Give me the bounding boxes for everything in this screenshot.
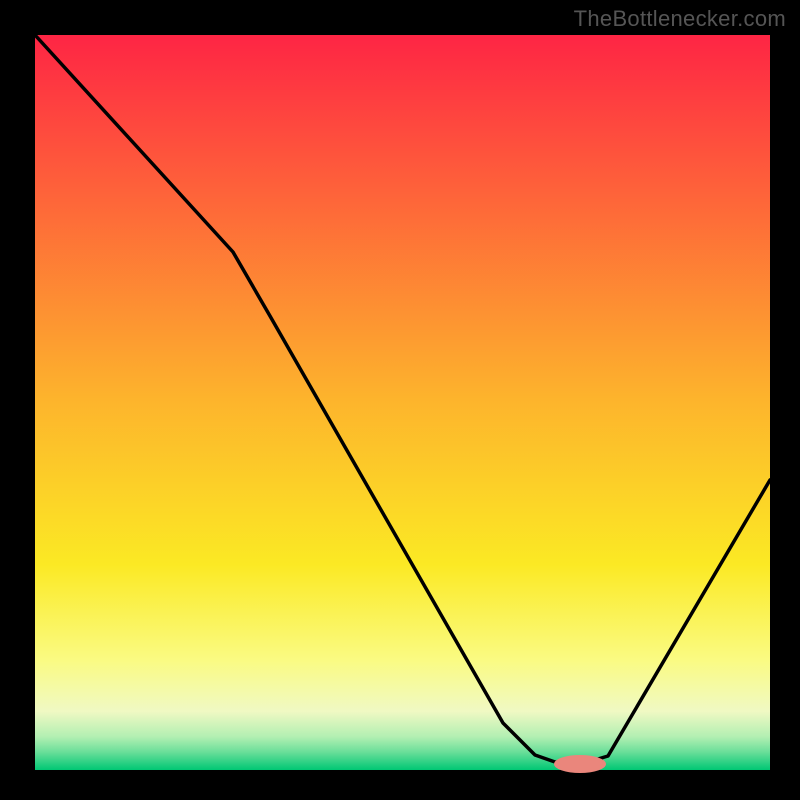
plot-area [35,35,770,770]
chart-container: TheBottlenecker.com [0,0,800,800]
watermark-text: TheBottlenecker.com [574,6,786,32]
bottleneck-chart [0,0,800,800]
optimal-marker [554,755,606,773]
